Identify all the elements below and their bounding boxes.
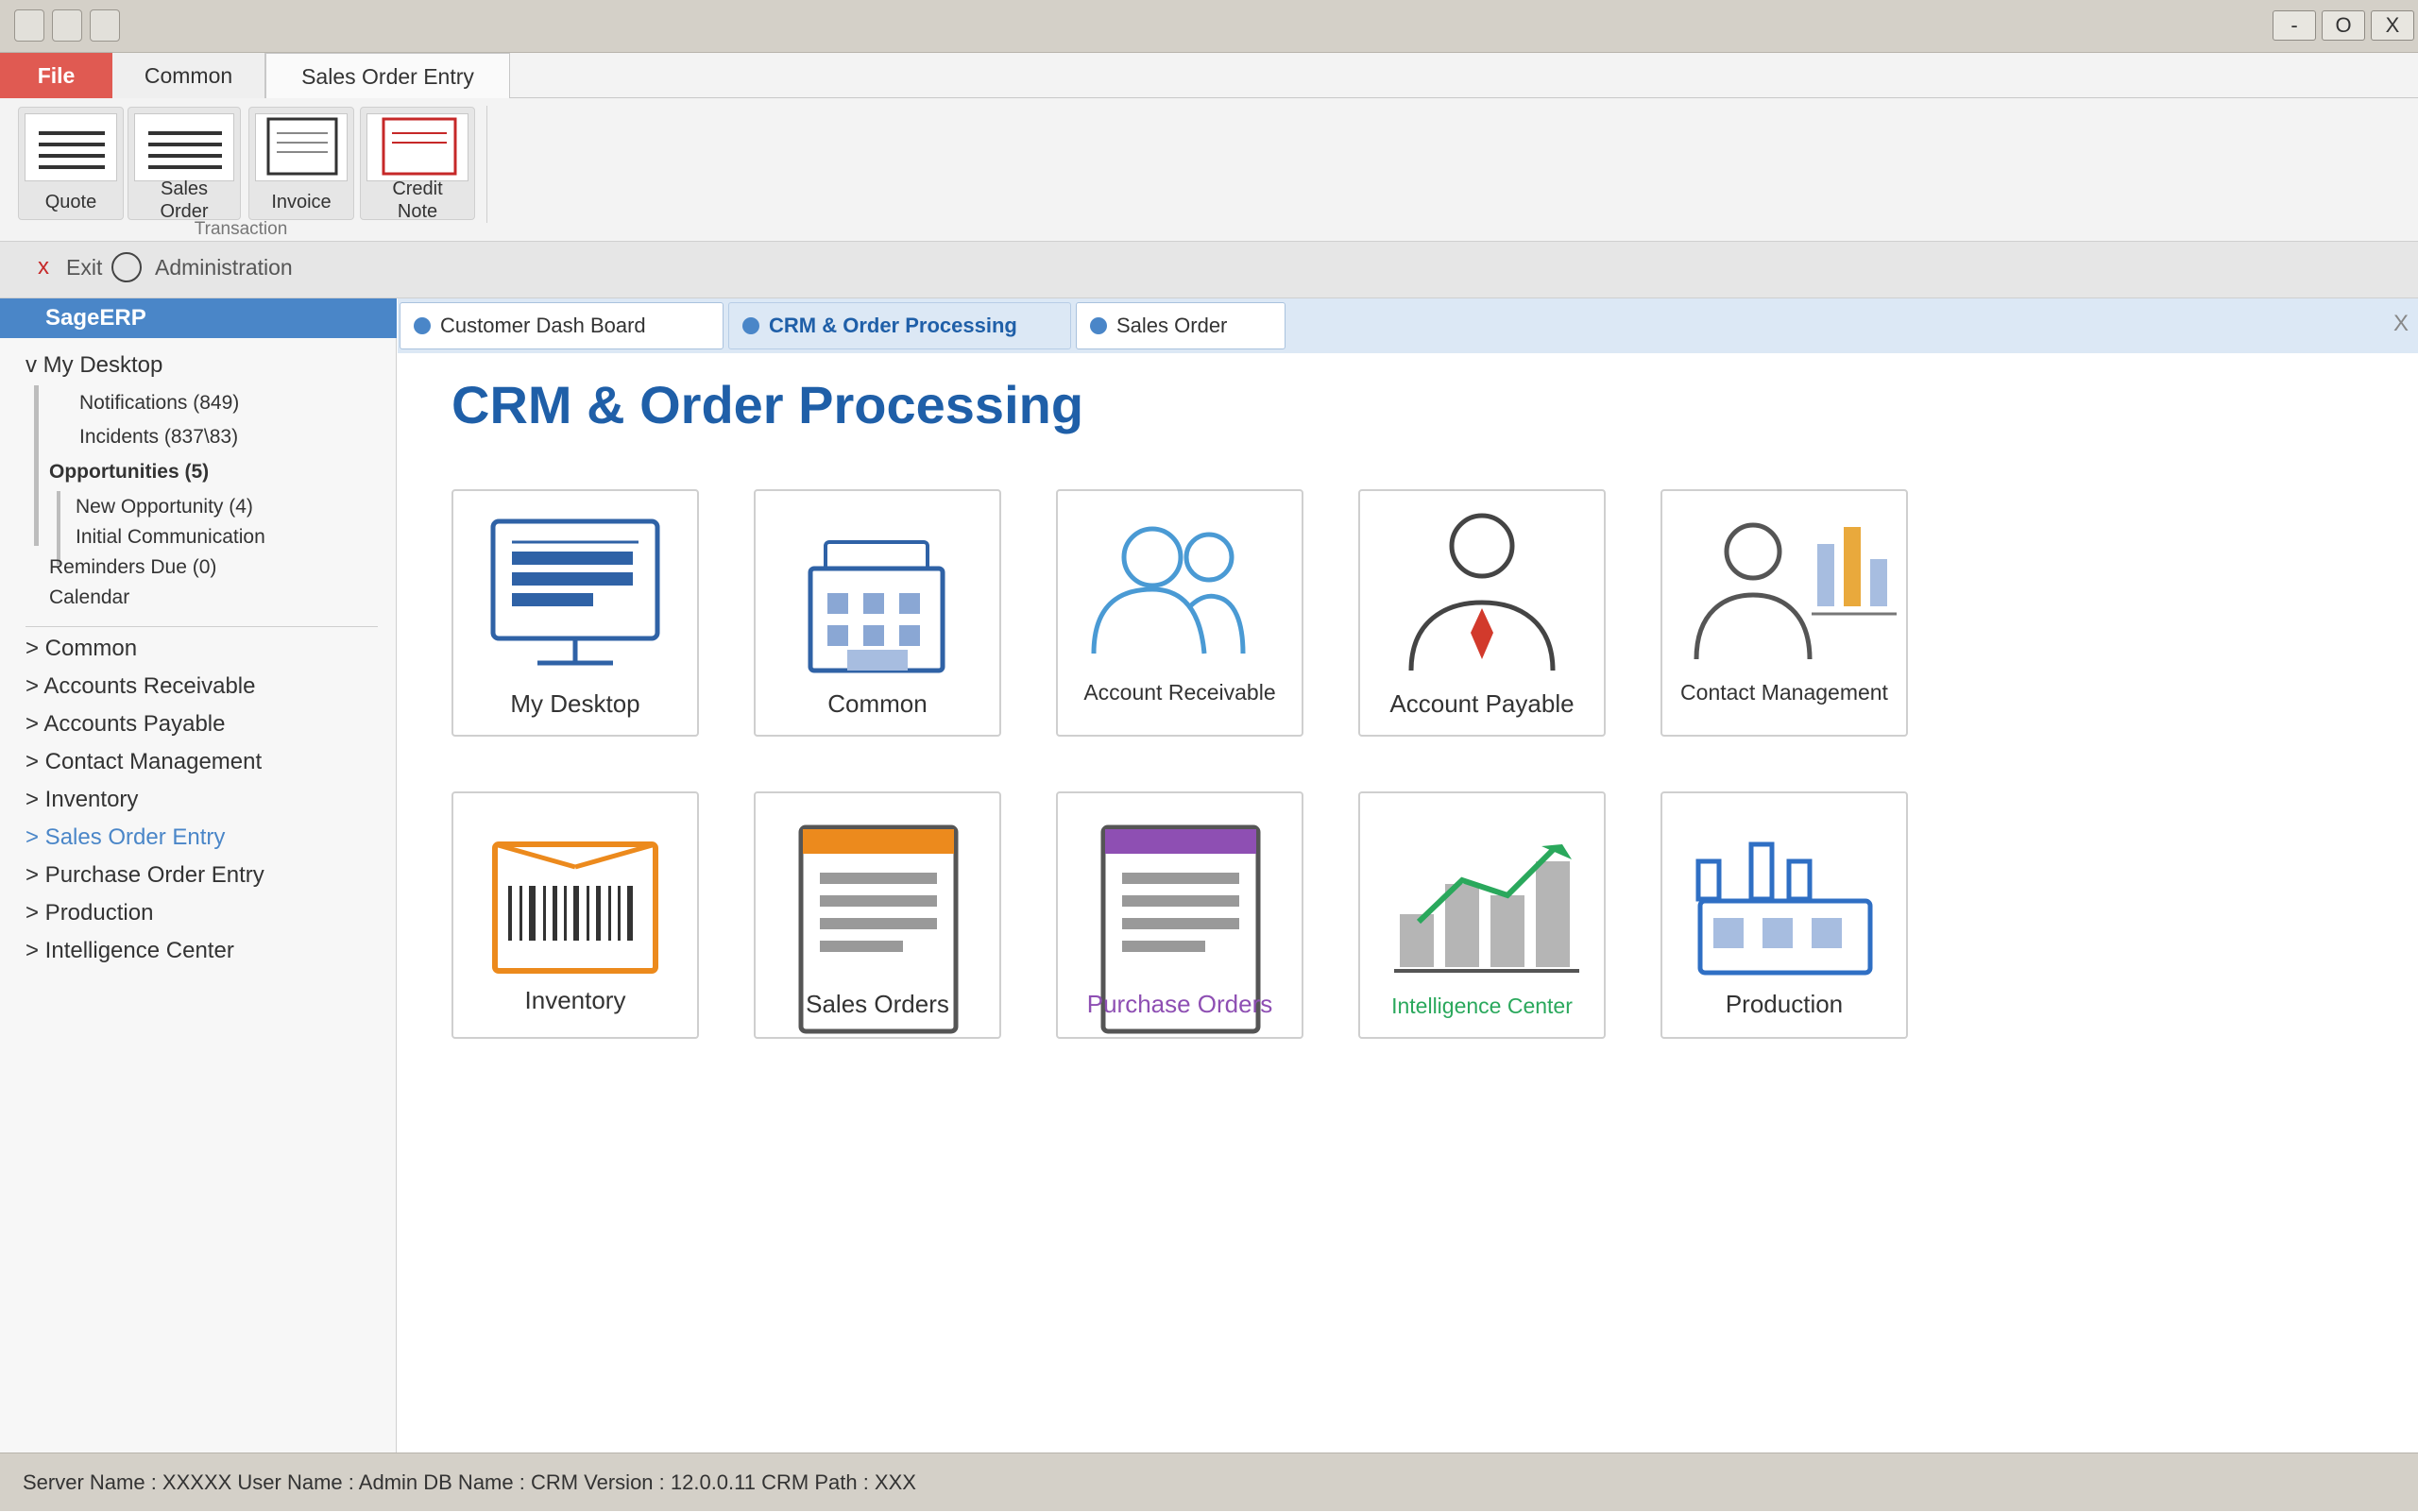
credit-note-label: Credit Note bbox=[392, 178, 443, 222]
sidebar-item-common[interactable]: > Common bbox=[26, 636, 137, 662]
tile-purchase-orders[interactable]: Purchase Orders bbox=[1056, 791, 1303, 1039]
ribbon: Quote Sales Order Invoice Credit Note Tr… bbox=[0, 98, 2418, 242]
sidebar-item-accounts-receivable[interactable]: > Accounts Receivable bbox=[26, 673, 255, 700]
tile-label: Account Receivable bbox=[1083, 680, 1276, 705]
page-title: CRM & Order Processing bbox=[451, 375, 1084, 434]
sidebar-item-opportunities[interactable]: Opportunities (5) bbox=[49, 461, 209, 484]
window-quick-button-1[interactable] bbox=[52, 9, 82, 42]
invoice-button[interactable]: Invoice bbox=[248, 107, 354, 220]
title-bar: - O X bbox=[0, 0, 2418, 53]
tile-label: Production bbox=[1725, 990, 1844, 1018]
administration-button[interactable]: Administration bbox=[111, 252, 293, 282]
tile-label: Purchase Orders bbox=[1086, 990, 1273, 1018]
tile-contact-management[interactable]: Contact Management bbox=[1660, 489, 1908, 737]
content-tab-strip: Customer Dash Board CRM & Order Processi… bbox=[398, 298, 2418, 353]
sidebar-item-inventory[interactable]: > Inventory bbox=[26, 787, 138, 813]
sidebar-item-my-desktop[interactable]: v My Desktop bbox=[26, 352, 162, 379]
tile-label: Intelligence Center bbox=[1391, 994, 1573, 1018]
tab-label: Customer Dash Board bbox=[440, 314, 646, 337]
exit-button[interactable]: x Exit bbox=[38, 254, 102, 280]
exit-icon: x bbox=[38, 254, 49, 280]
tile-label: Account Payable bbox=[1389, 689, 1575, 718]
window-quick-button-2[interactable] bbox=[90, 9, 120, 42]
tile-sales-orders[interactable]: Sales Orders bbox=[754, 791, 1001, 1039]
sidebar-item-accounts-payable[interactable]: > Accounts Payable bbox=[26, 711, 225, 738]
sales-order-label: Sales Order bbox=[160, 178, 209, 222]
menu-tab-sales-order-entry[interactable]: Sales Order Entry bbox=[265, 53, 510, 99]
menu-tab-file[interactable]: File bbox=[0, 53, 112, 98]
quote-label: Quote bbox=[44, 192, 97, 212]
sidebar-item-reminders[interactable]: Reminders Due (0) bbox=[49, 556, 216, 579]
exit-label: Exit bbox=[66, 254, 103, 280]
menu-tab-common[interactable]: Common bbox=[112, 53, 265, 98]
sidebar-item-notifications[interactable]: Notifications (849) bbox=[79, 392, 239, 415]
sidebar-item-purchase-order-entry[interactable]: > Purchase Order Entry bbox=[26, 862, 264, 889]
tile-common[interactable]: Common bbox=[754, 489, 1001, 737]
sidebar-item-sales-order-entry[interactable]: > Sales Order Entry bbox=[26, 824, 225, 851]
credit-note-icon bbox=[366, 113, 468, 181]
tab-sales-order[interactable]: Sales Order bbox=[1076, 302, 1286, 349]
tile-intelligence-center[interactable]: Intelligence Center bbox=[1358, 791, 1606, 1039]
sidebar-item-new-opportunity[interactable]: New Opportunity (4) bbox=[76, 496, 253, 518]
invoice-icon bbox=[255, 113, 348, 181]
sidebar-item-incidents[interactable]: Incidents (837\83) bbox=[79, 426, 238, 449]
menu-bar: File Common Sales Order Entry bbox=[0, 53, 2418, 99]
tree-guide-line-nested bbox=[57, 491, 60, 565]
toolbar-row: x Exit Administration bbox=[0, 242, 2418, 298]
tab-dot-icon bbox=[414, 317, 431, 334]
tab-label: CRM & Order Processing bbox=[769, 314, 1017, 337]
close-window-button[interactable]: X bbox=[2371, 10, 2414, 41]
tree-guide-line bbox=[34, 385, 39, 546]
tile-inventory[interactable]: Inventory bbox=[451, 791, 699, 1039]
tile-production[interactable]: Production bbox=[1660, 791, 1908, 1039]
invoice-label: Invoice bbox=[271, 192, 332, 212]
tab-customer-dash-board[interactable]: Customer Dash Board bbox=[400, 302, 724, 349]
sidebar-item-intelligence-center[interactable]: > Intelligence Center bbox=[26, 938, 234, 964]
quote-icon bbox=[25, 113, 117, 181]
quote-button[interactable]: Quote bbox=[18, 107, 124, 220]
tile-label: Contact Management bbox=[1680, 680, 1888, 705]
tile-account-payable[interactable]: Account Payable bbox=[1358, 489, 1606, 737]
sidebar-item-initial-communication[interactable]: Initial Communication bbox=[76, 526, 265, 549]
tab-dot-icon bbox=[742, 317, 759, 334]
tile-account-receivable[interactable]: Account Receivable bbox=[1056, 489, 1303, 737]
sidebar-item-calendar[interactable]: Calendar bbox=[49, 586, 129, 609]
tab-label: Sales Order bbox=[1116, 314, 1228, 337]
ribbon-group-label: Transaction bbox=[194, 219, 288, 239]
close-tabs-button[interactable]: X bbox=[2393, 311, 2409, 337]
tile-label: Common bbox=[827, 689, 928, 718]
tile-my-desktop[interactable]: My Desktop bbox=[451, 489, 699, 737]
minimize-button[interactable]: - bbox=[2273, 10, 2316, 41]
sidebar-header: SageERP bbox=[0, 298, 397, 338]
ribbon-divider bbox=[486, 106, 487, 223]
sales-order-icon bbox=[134, 113, 234, 181]
tile-label: Sales Orders bbox=[806, 990, 949, 1018]
tile-label: My Desktop bbox=[510, 689, 640, 718]
sales-order-button[interactable]: Sales Order bbox=[128, 107, 241, 222]
sidebar-item-production[interactable]: > Production bbox=[26, 900, 153, 926]
administration-icon bbox=[111, 252, 142, 282]
window-menu-button[interactable] bbox=[14, 9, 44, 42]
tab-crm-order-processing[interactable]: CRM & Order Processing bbox=[728, 302, 1071, 349]
sidebar: SageERP v My Desktop Notifications (849)… bbox=[0, 298, 397, 1453]
tab-dot-icon bbox=[1090, 317, 1107, 334]
status-bar: Server Name : XXXXX User Name : Admin DB… bbox=[0, 1453, 2418, 1511]
sidebar-item-contact-management[interactable]: > Contact Management bbox=[26, 749, 262, 775]
tile-label: Inventory bbox=[524, 986, 626, 1014]
administration-label: Administration bbox=[155, 254, 293, 280]
maximize-button[interactable]: O bbox=[2322, 10, 2365, 41]
credit-note-button[interactable]: Credit Note bbox=[360, 107, 475, 222]
sidebar-divider bbox=[26, 626, 378, 627]
